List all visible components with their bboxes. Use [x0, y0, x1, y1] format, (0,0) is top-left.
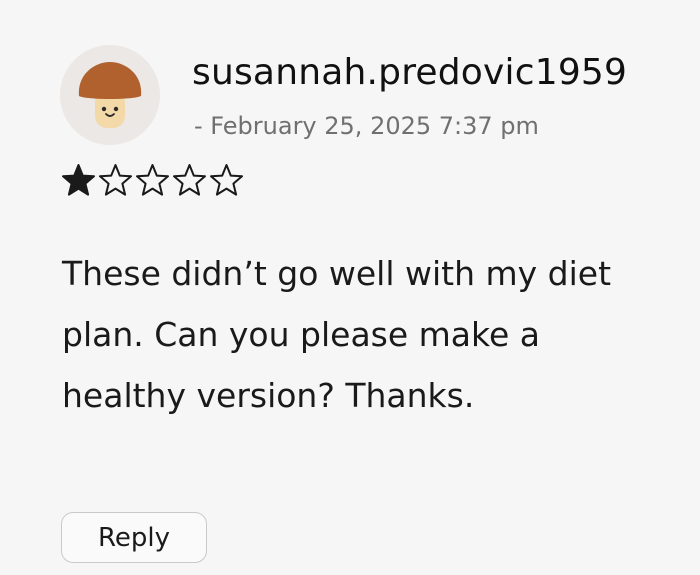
reply-button[interactable]: Reply [61, 512, 207, 563]
star-rating [60, 163, 245, 197]
avatar[interactable] [60, 45, 160, 145]
review-comment: susannah.predovic1959 - February 25, 202… [0, 0, 700, 575]
star-empty-icon [136, 164, 169, 196]
comment-body: These didn’t go well with my diet plan. … [62, 254, 612, 415]
username[interactable]: susannah.predovic1959 [192, 52, 627, 93]
mushroom-icon [78, 62, 142, 128]
star-empty-icon [173, 164, 206, 196]
star-empty-icon [210, 164, 243, 196]
star-filled-icon [62, 164, 95, 196]
timestamp: - February 25, 2025 7:37 pm [194, 112, 539, 140]
star-empty-icon [99, 164, 132, 196]
